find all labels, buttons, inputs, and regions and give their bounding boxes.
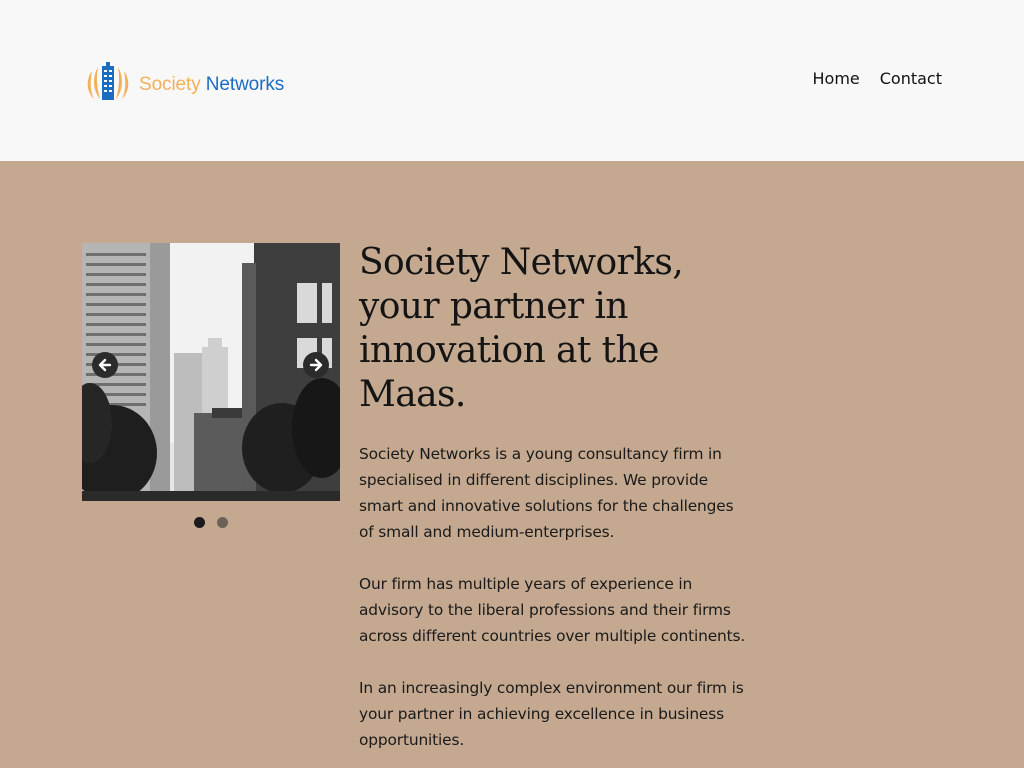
site-logo[interactable]: Society Networks: [84, 60, 284, 102]
hero-paragraph-2: Our firm has multiple years of experienc…: [359, 575, 746, 645]
hero-headline: Society Networks, your partner in innova…: [359, 242, 684, 415]
slider-dot-1[interactable]: [194, 517, 205, 528]
arrow-right-icon: [309, 358, 323, 372]
hero-paragraph-3: In an increasingly complex environment o…: [359, 679, 744, 749]
slider-pagination: [194, 517, 228, 528]
brand-name-part1: Society: [139, 73, 201, 95]
brand-name-part2: Networks: [205, 73, 285, 95]
brand-name: Society Networks: [139, 67, 284, 96]
arrow-left-icon: [98, 358, 112, 372]
hero-content: Society Networks, your partner in innova…: [359, 241, 749, 753]
hero-section: Society Networks, your partner in innova…: [0, 161, 1024, 768]
site-header: Society Networks Home Contact: [0, 0, 1024, 161]
slider-prev-button[interactable]: [92, 352, 118, 378]
image-slider[interactable]: [82, 243, 340, 501]
main-nav: Home Contact: [813, 69, 943, 88]
nav-contact-link[interactable]: Contact: [880, 69, 942, 88]
slider-next-button[interactable]: [303, 352, 329, 378]
slider-dot-2[interactable]: [217, 517, 228, 528]
hero-paragraph-1: Society Networks is a young consultancy …: [359, 445, 734, 541]
building-logo-icon: [87, 62, 129, 100]
nav-home-link[interactable]: Home: [813, 69, 860, 88]
slide-photo-city: [82, 243, 340, 501]
